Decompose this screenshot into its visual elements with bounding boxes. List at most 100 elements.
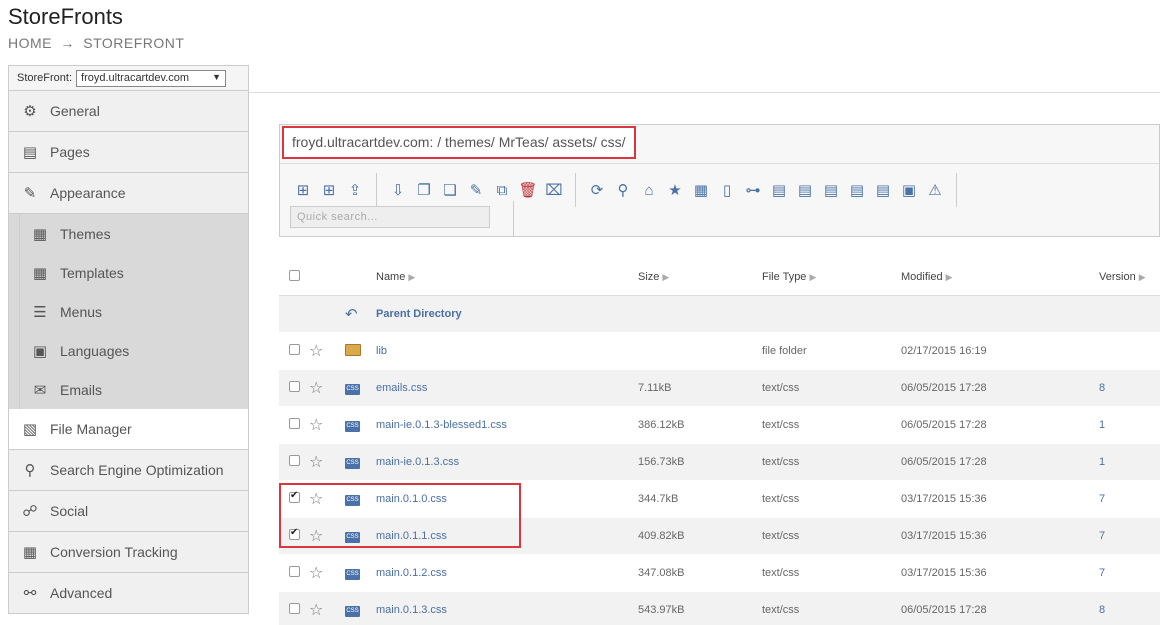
page-title: StoreFronts: [8, 4, 123, 29]
column-header-version[interactable]: Version ▶: [1099, 271, 1159, 283]
file-version[interactable]: 1: [1099, 419, 1105, 431]
star-icon[interactable]: ☆: [309, 378, 339, 398]
conversion-icon: ▦: [22, 544, 38, 561]
sidebar-item-social[interactable]: ☍ Social: [8, 491, 249, 532]
sidebar-item-general[interactable]: ⚙ General: [8, 91, 249, 132]
star-icon[interactable]: ☆: [309, 600, 339, 620]
quick-search-input[interactable]: Quick search...: [290, 206, 490, 228]
file-name[interactable]: main-ie.0.1.3.css: [376, 456, 459, 468]
sidebar-item-file-manager[interactable]: ▧ File Manager: [8, 409, 249, 450]
new-folder-icon[interactable]: ⊞: [316, 180, 342, 200]
divider: [575, 173, 576, 207]
sidebar-item-advanced[interactable]: ⚯ Advanced: [8, 573, 249, 614]
js-icon[interactable]: ▤: [844, 180, 870, 200]
star-icon[interactable]: ☆: [309, 452, 339, 472]
file-type: text/css: [762, 567, 800, 579]
storefront-select[interactable]: froyd.ultracartdev.com ▼: [76, 69, 227, 87]
sidebar-item-themes[interactable]: ▦ Themes: [20, 214, 248, 253]
storefront-label: StoreFront:: [17, 72, 73, 84]
menus-icon: ☰: [33, 303, 47, 321]
copy-icon[interactable]: ❐: [411, 180, 437, 200]
languages-icon: ▣: [32, 342, 48, 360]
sidebar-item-languages[interactable]: ▣ Languages: [20, 331, 248, 370]
sidebar-item-appearance[interactable]: ✎ Appearance: [8, 173, 249, 214]
file-version[interactable]: 8: [1099, 604, 1105, 616]
row-checkbox[interactable]: [289, 455, 300, 466]
sidebar-item-pages[interactable]: ▤ Pages: [8, 132, 249, 173]
download-icon[interactable]: ⇩: [385, 180, 411, 200]
sidebar-item-menus[interactable]: ☰ Menus: [20, 292, 248, 331]
table-row[interactable]: ☆ CSS main-ie.0.1.3-blessed1.css 386.12kB te…: [279, 407, 1160, 444]
file-version[interactable]: 7: [1099, 567, 1105, 579]
sort-arrow-icon: ▶: [945, 271, 953, 282]
paste-icon[interactable]: ❏: [437, 180, 463, 200]
row-checkbox[interactable]: [289, 344, 300, 355]
duplicate-icon[interactable]: ⧉: [489, 180, 515, 200]
file-version[interactable]: 8: [1099, 382, 1105, 394]
sidebar-item-seo[interactable]: ⚲ Search Engine Optimization: [8, 450, 249, 491]
trash-icon[interactable]: 🗑: [515, 180, 541, 200]
social-icon: ☍: [22, 503, 38, 520]
column-header-type[interactable]: File Type ▶: [762, 271, 901, 283]
rename-icon[interactable]: ✎: [463, 180, 489, 200]
divider: [249, 92, 1160, 93]
file-name[interactable]: emails.css: [376, 382, 427, 394]
sidebar-item-label: Templates: [60, 264, 124, 281]
file-name[interactable]: lib: [376, 345, 387, 357]
home-icon[interactable]: ⌂: [636, 180, 662, 200]
sidebar-item-emails[interactable]: ✉ Emails: [20, 370, 248, 409]
html-icon[interactable]: ▤: [766, 180, 792, 200]
file-version[interactable]: 1: [1099, 456, 1105, 468]
image-icon[interactable]: ▣: [896, 180, 922, 200]
new-file-icon[interactable]: ⊞: [290, 180, 316, 200]
parent-directory-link[interactable]: Parent Directory: [376, 308, 462, 320]
star-icon[interactable]: ★: [662, 180, 688, 200]
sidebar-item-templates[interactable]: ▦ Templates: [20, 253, 248, 292]
row-checkbox[interactable]: [289, 603, 300, 614]
file-size: 156.73kB: [638, 456, 685, 468]
file-type: text/css: [762, 456, 800, 468]
select-all-checkbox[interactable]: [289, 269, 300, 281]
advanced-icon: ⚯: [23, 585, 37, 602]
table-row[interactable]: ☆ CSS main.0.1.3.css 543.97kB text/css 06/05/…: [279, 592, 1160, 625]
calendar-icon[interactable]: ▦: [688, 180, 714, 200]
file-version[interactable]: 7: [1099, 493, 1105, 505]
sidebar-item-conversion-tracking[interactable]: ▦ Conversion Tracking: [8, 532, 249, 573]
star-icon[interactable]: ☆: [309, 341, 339, 361]
file-name[interactable]: main.0.1.2.css: [376, 567, 447, 579]
refresh-icon[interactable]: ⟳: [584, 180, 610, 200]
upload-icon[interactable]: ⇪: [342, 180, 368, 200]
column-header-modified[interactable]: Modified ▶: [901, 271, 1099, 283]
table-row[interactable]: ☆ lib file folder 02/17/2015 16:19: [279, 333, 1160, 370]
star-icon[interactable]: ☆: [309, 563, 339, 583]
json-icon[interactable]: ▤: [792, 180, 818, 200]
sidebar-item-label: General: [50, 103, 100, 119]
warning-icon[interactable]: ⚠: [922, 180, 948, 200]
brush-icon: ✎: [23, 185, 37, 202]
breadcrumb-home[interactable]: HOME: [8, 35, 52, 51]
sitemap-icon[interactable]: ⊶: [740, 180, 766, 200]
sort-arrow-icon: ▶: [1138, 271, 1146, 282]
table-row[interactable]: ☆ CSS main.0.1.2.css 347.08kB text/css 03/17/…: [279, 555, 1160, 592]
row-checkbox[interactable]: [289, 566, 300, 577]
row-checkbox[interactable]: [289, 381, 300, 392]
file-name[interactable]: main-ie.0.1.3-blessed1.css: [376, 419, 507, 431]
table-row[interactable]: ☆ CSS main-ie.0.1.3.css 156.73kB text/css 06/…: [279, 444, 1160, 481]
table-row-parent[interactable]: ↶ Parent Directory: [279, 296, 1160, 333]
chevron-down-icon: ▼: [212, 71, 222, 82]
path-bar[interactable]: froyd.ultracartdev.com: / themes/ MrTeas…: [282, 126, 636, 159]
file-type: text/css: [762, 419, 800, 431]
row-checkbox[interactable]: [289, 418, 300, 429]
file-name[interactable]: main.0.1.3.css: [376, 604, 447, 616]
file-size: 386.12kB: [638, 419, 685, 431]
star-icon[interactable]: ☆: [309, 415, 339, 435]
search-icon[interactable]: ⚲: [610, 180, 636, 200]
css-icon[interactable]: ▤: [818, 180, 844, 200]
column-header-size[interactable]: Size ▶: [638, 271, 762, 283]
velocity-icon[interactable]: ▤: [870, 180, 896, 200]
column-header-name[interactable]: Name ▶: [376, 271, 638, 283]
file-icon[interactable]: ▯: [714, 180, 740, 200]
archive-icon[interactable]: ⌧: [541, 180, 567, 200]
file-version[interactable]: 7: [1099, 530, 1105, 542]
table-row[interactable]: ☆ CSS emails.css 7.11kB text/css 06/05/2015 1…: [279, 370, 1160, 407]
